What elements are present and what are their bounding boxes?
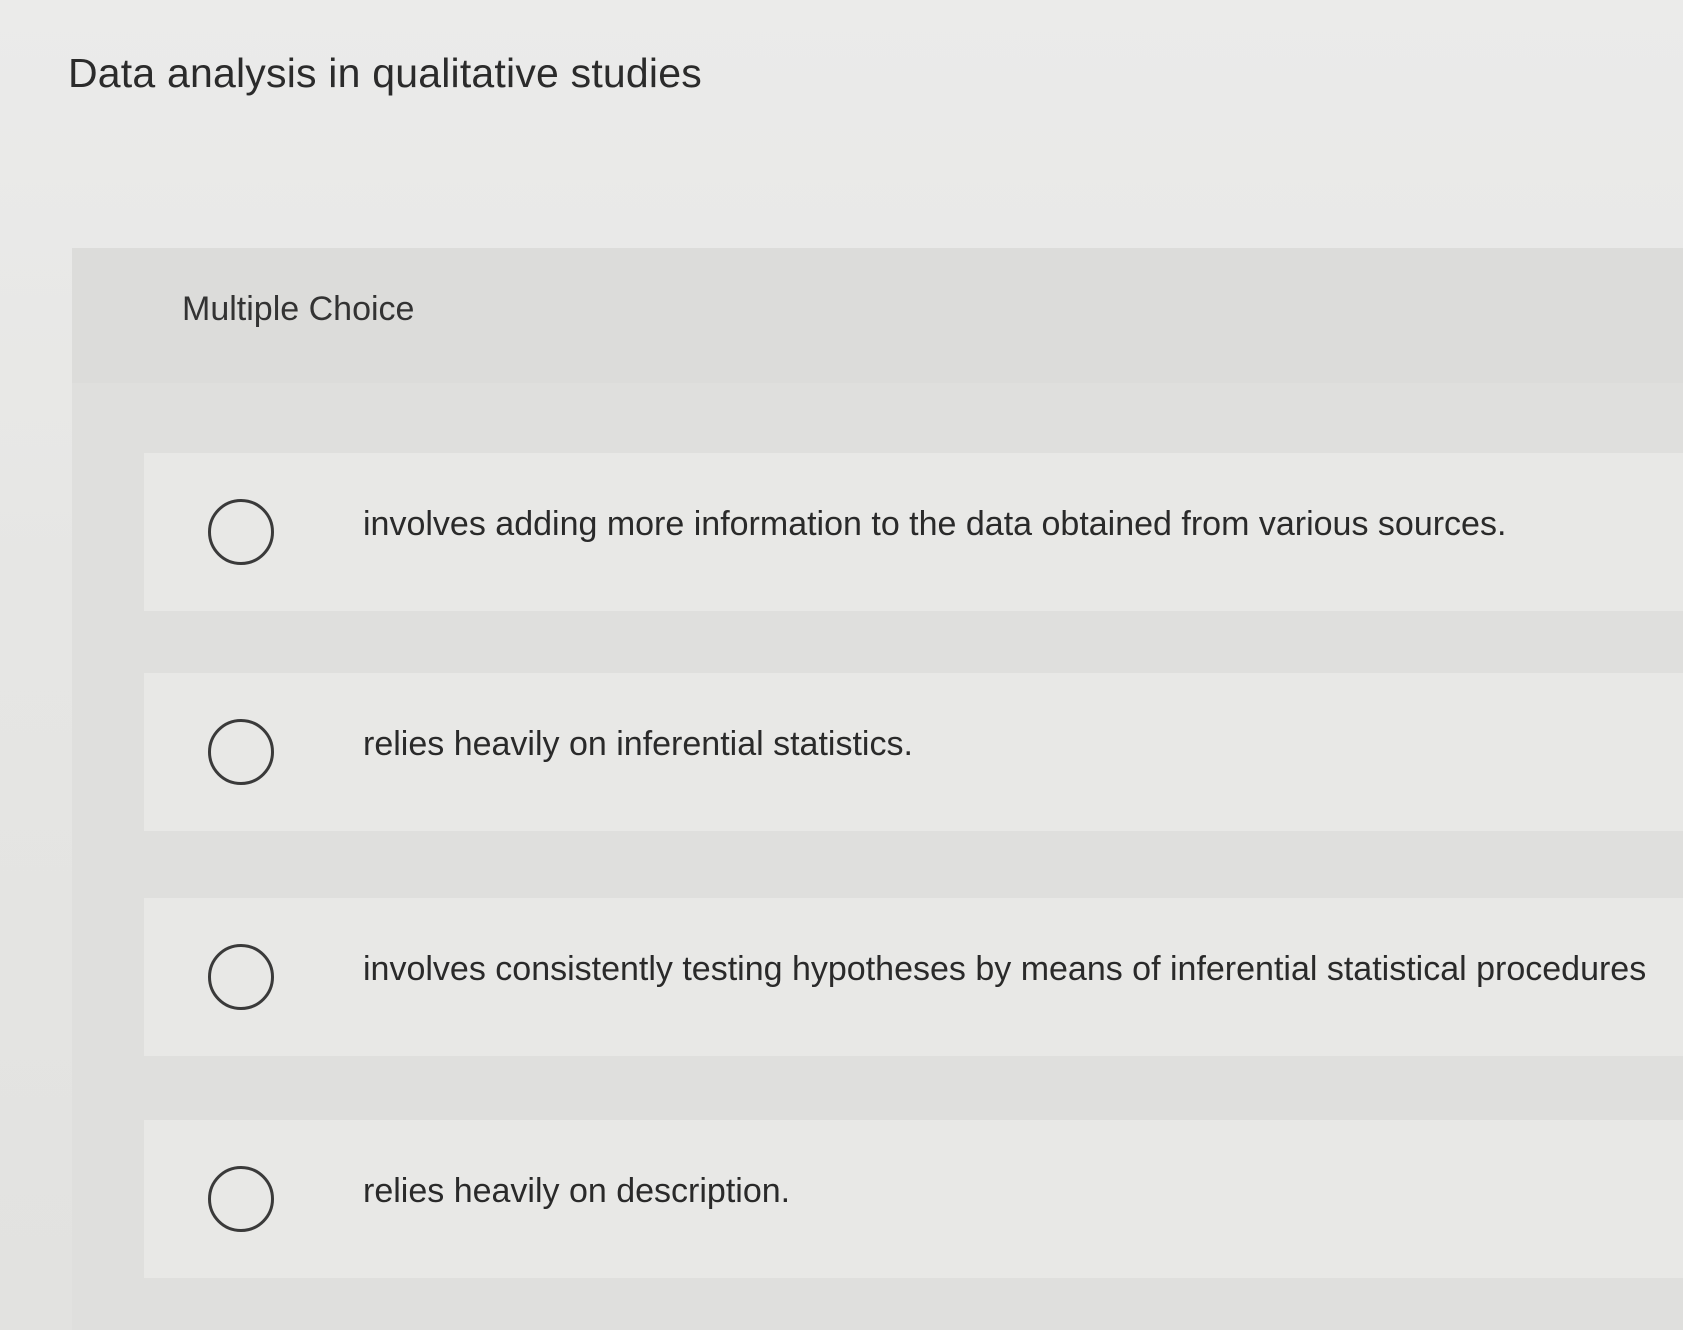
choice-label: involves adding more information to the … xyxy=(363,505,1507,543)
choice-option-2[interactable]: relies heavily on inferential statistics… xyxy=(144,673,1683,831)
choice-label: relies heavily on inferential statistics… xyxy=(363,725,913,763)
radio-button-icon[interactable] xyxy=(208,499,274,565)
choice-option-3[interactable]: involves consistently testing hypotheses… xyxy=(144,898,1683,1056)
choice-label: involves consistently testing hypotheses… xyxy=(363,950,1647,988)
choice-label: relies heavily on description. xyxy=(363,1172,791,1210)
choices-list: involves adding more information to the … xyxy=(72,383,1683,1330)
choice-option-4[interactable]: relies heavily on description. xyxy=(144,1120,1683,1278)
radio-button-icon[interactable] xyxy=(208,1166,274,1232)
radio-button-icon[interactable] xyxy=(208,944,274,1010)
question-type-label: Multiple Choice xyxy=(182,290,415,328)
question-panel: Multiple Choice involves adding more inf… xyxy=(72,248,1683,1330)
choice-option-1[interactable]: involves adding more information to the … xyxy=(144,453,1683,611)
radio-button-icon[interactable] xyxy=(208,719,274,785)
question-stem: Data analysis in qualitative studies xyxy=(68,50,702,96)
